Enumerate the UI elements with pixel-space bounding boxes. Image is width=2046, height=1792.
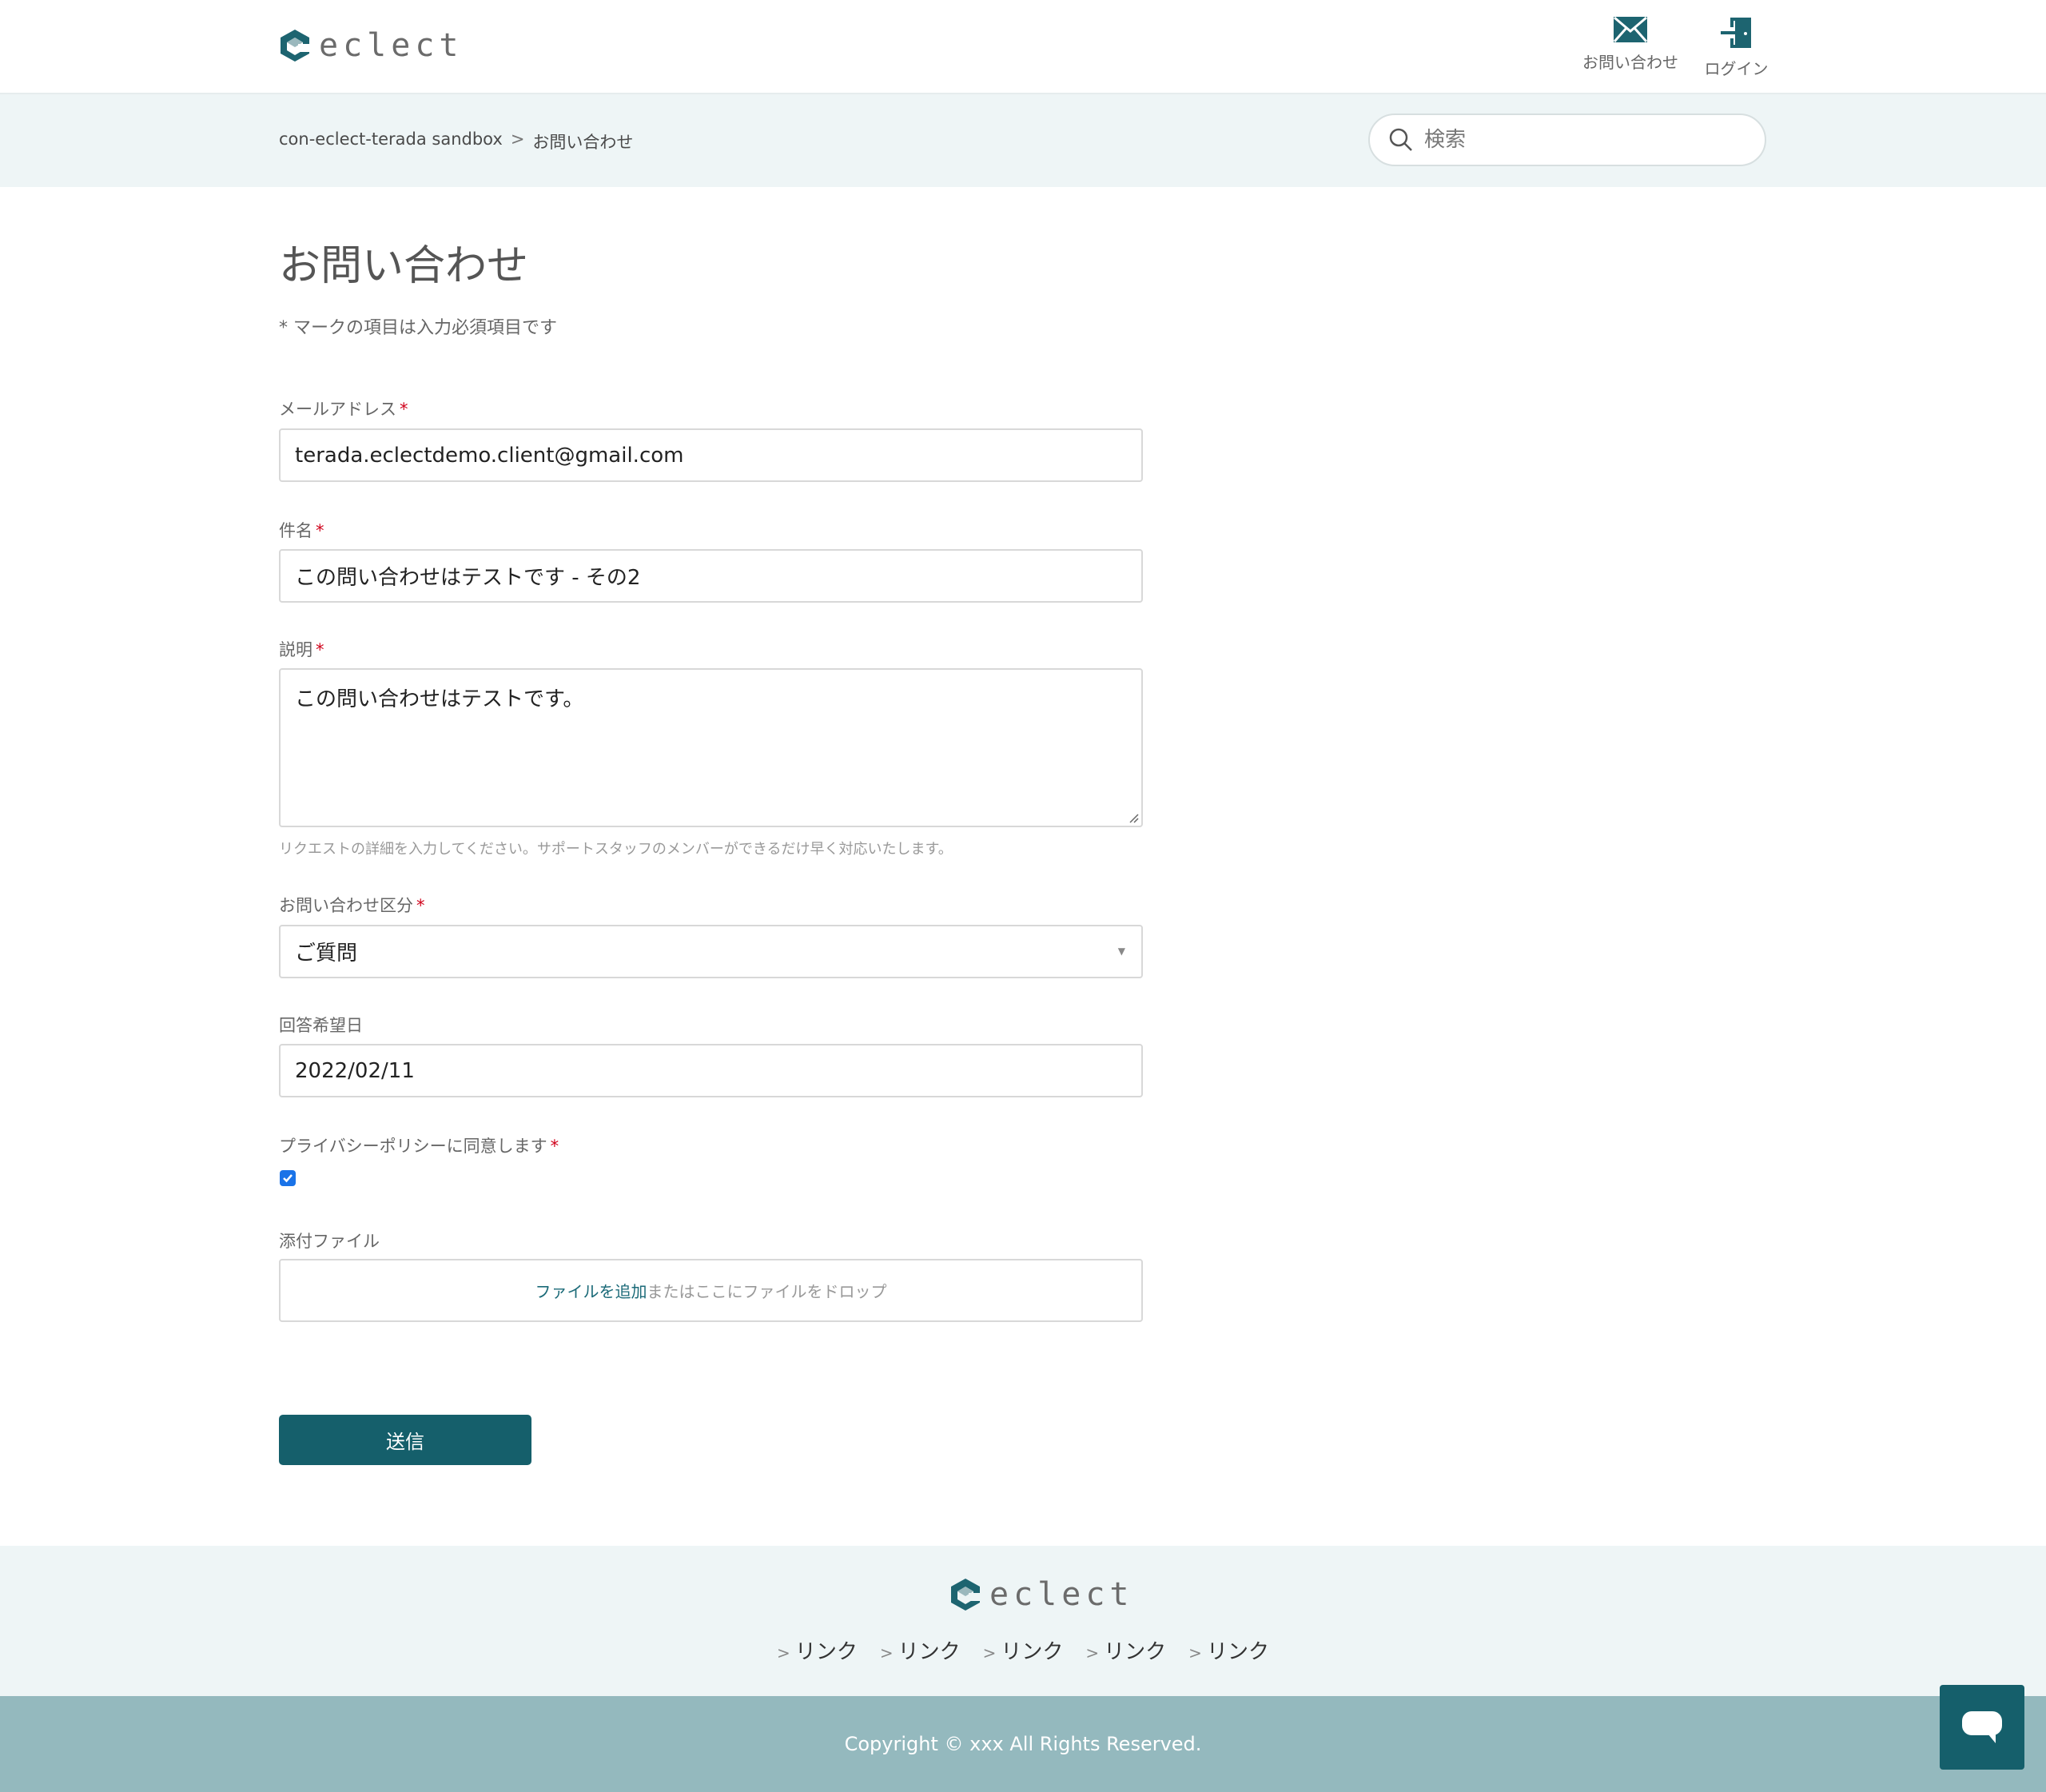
subject-label: 件名 *: [279, 518, 324, 542]
description-label: 説明 *: [279, 637, 324, 661]
description-hint: リクエストの詳細を入力してください。サポートスタッフのメンバーができるだけ早く対…: [279, 841, 953, 858]
breadcrumb: con-eclect-terada sandbox > お問い合わせ: [279, 129, 633, 153]
footer-link[interactable]: > リンク: [1085, 1635, 1166, 1665]
nav-contact-link[interactable]: お問い合わせ: [1578, 16, 1682, 73]
footer-link[interactable]: > リンク: [777, 1635, 858, 1665]
copyright-text: Copyright © xxx All Rights Reserved.: [844, 1733, 1202, 1755]
due-date-label-text: 回答希望日: [279, 1016, 363, 1035]
description-textarea[interactable]: この問い合わせはテストです。: [279, 668, 1143, 827]
attachment-label-text: 添付ファイル: [279, 1232, 380, 1251]
search-box[interactable]: [1368, 113, 1766, 166]
required-marker: *: [316, 640, 324, 659]
required-marker: *: [400, 400, 408, 419]
attachment-label: 添付ファイル: [279, 1229, 380, 1252]
search-input[interactable]: [1424, 128, 1728, 152]
copyright-bar: Copyright © xxx All Rights Reserved.: [0, 1696, 2046, 1792]
breadcrumb-item-current: お問い合わせ: [532, 133, 634, 152]
chevron-right-icon: >: [777, 1643, 790, 1663]
search-icon: [1389, 128, 1412, 151]
category-label: お問い合わせ区分 *: [279, 893, 425, 917]
category-value: ご質問: [295, 942, 358, 966]
add-file-link[interactable]: ファイルを追加: [535, 1279, 647, 1302]
footer-brand-name: eclect: [989, 1576, 1134, 1613]
description-value: この問い合わせはテストです。: [295, 687, 584, 711]
site-footer: eclect > リンク > リンク > リンク > リンク > リンク: [0, 1546, 2046, 1696]
footer-link-label: リンク: [1104, 1640, 1167, 1664]
footer-links: > リンク > リンク > リンク > リンク > リンク: [0, 1635, 2046, 1665]
footer-link[interactable]: > リンク: [1188, 1635, 1269, 1665]
footer-link[interactable]: > リンク: [880, 1635, 961, 1665]
footer-logo[interactable]: eclect: [949, 1576, 1134, 1613]
privacy-label: プライバシーポリシーに同意します *: [279, 1133, 559, 1157]
due-date-label: 回答希望日: [279, 1013, 363, 1037]
required-marker: *: [550, 1137, 559, 1156]
email-field[interactable]: terada.eclectdemo.client@gmail.com: [279, 428, 1143, 482]
attachment-dropzone[interactable]: ファイルを追加 またはここにファイルをドロップ: [279, 1259, 1143, 1322]
due-date-field[interactable]: 2022/02/11: [279, 1044, 1143, 1097]
footer-link-label: リンク: [794, 1640, 858, 1664]
chat-widget-button[interactable]: [1940, 1685, 2024, 1770]
footer-link-label: リンク: [898, 1640, 961, 1664]
description-label-text: 説明: [279, 640, 312, 659]
logo-mark-icon: [951, 1579, 981, 1611]
chevron-right-icon: >: [1188, 1643, 1202, 1663]
page-title: お問い合わせ: [279, 242, 529, 290]
breadcrumb-separator: >: [510, 129, 525, 149]
required-note: * マークの項目は入力必須項目です: [279, 318, 557, 338]
chevron-right-icon: >: [879, 1643, 894, 1663]
nav-login-label: ログイン: [1704, 59, 1769, 78]
email-label-text: メールアドレス: [279, 400, 396, 419]
chevron-right-icon: >: [982, 1643, 997, 1663]
login-door-icon: [1720, 18, 1751, 48]
email-label: メールアドレス *: [279, 396, 408, 420]
submit-button[interactable]: 送信: [279, 1415, 531, 1465]
nav-login-link[interactable]: ログイン: [1698, 16, 1774, 79]
brand-name: eclect: [319, 27, 464, 64]
chat-icon: [1962, 1711, 2002, 1743]
footer-link-label: リンク: [1001, 1640, 1064, 1664]
privacy-label-text: プライバシーポリシーに同意します: [279, 1137, 547, 1156]
subject-label-text: 件名: [279, 521, 312, 540]
header-logo[interactable]: eclect: [279, 27, 464, 64]
privacy-checkbox[interactable]: [280, 1170, 296, 1186]
subject-field[interactable]: この問い合わせはテストです - その2: [279, 549, 1143, 603]
site-header: eclect お問い合わせ ログイン: [0, 0, 2046, 94]
footer-link[interactable]: > リンク: [983, 1635, 1064, 1665]
logo-mark-icon: [281, 30, 311, 62]
footer-link-label: リンク: [1206, 1640, 1269, 1664]
category-label-text: お問い合わせ区分: [279, 896, 413, 915]
nav-contact-label: お問い合わせ: [1582, 53, 1678, 72]
category-select[interactable]: ご質問 ▼: [279, 925, 1143, 978]
drop-text: またはここにファイルをドロップ: [647, 1282, 887, 1301]
required-marker: *: [416, 896, 425, 915]
mail-icon: [1613, 16, 1648, 42]
checkmark-icon: [283, 1174, 293, 1183]
resize-grip-icon[interactable]: [1127, 811, 1140, 824]
required-marker: *: [316, 521, 324, 540]
breadcrumb-item-home[interactable]: con-eclect-terada sandbox: [279, 129, 503, 153]
dropdown-arrow-icon: ▼: [1117, 946, 1125, 957]
chevron-right-icon: >: [1085, 1643, 1100, 1663]
